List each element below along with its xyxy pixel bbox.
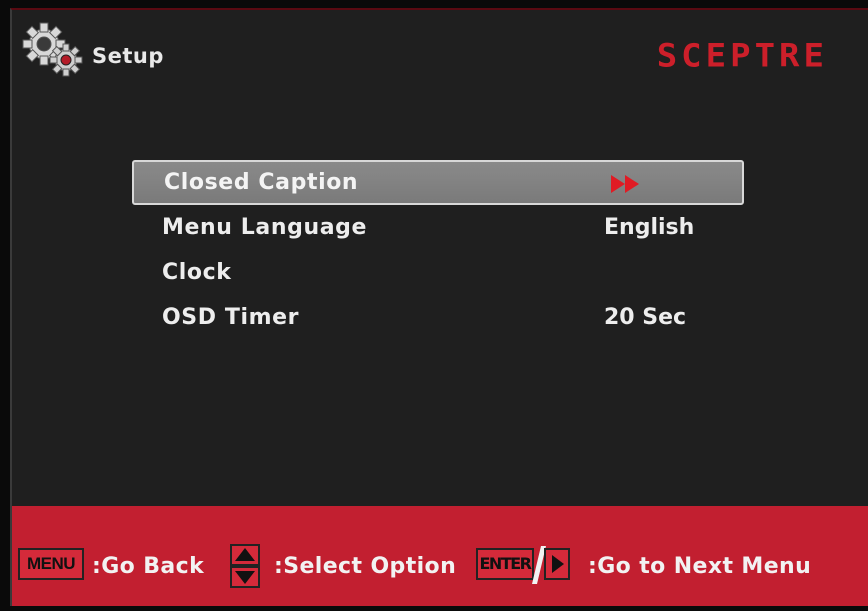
menu-item-osd-timer[interactable]: OSD Timer 20 Sec xyxy=(132,295,744,340)
menu-item-label: Closed Caption xyxy=(164,170,359,195)
header: Setup SCEPTRE xyxy=(12,10,868,120)
menu-item-closed-caption[interactable]: Closed Caption xyxy=(132,160,744,205)
menu-item-value: 20 Sec xyxy=(604,305,687,330)
submenu-arrow-icon xyxy=(611,175,639,193)
menu-item-label: Menu Language xyxy=(162,215,368,240)
up-down-key-icon xyxy=(230,544,260,588)
menu-item-label: OSD Timer xyxy=(162,305,300,330)
gear-icon xyxy=(22,22,83,77)
osd-window: Setup SCEPTRE Closed Caption Menu Langua… xyxy=(10,8,868,606)
page-title: Setup xyxy=(92,44,164,68)
enter-key-icon: ENTER xyxy=(476,548,534,580)
right-key-icon xyxy=(544,548,570,580)
menu-item-label: Clock xyxy=(162,260,232,285)
select-option-hint: :Select Option xyxy=(274,554,457,579)
menu-key-icon: MENU xyxy=(18,548,84,580)
brand-logo: SCEPTRE xyxy=(656,37,828,75)
menu-item-menu-language[interactable]: Menu Language English xyxy=(132,205,744,250)
menu-item-value: English xyxy=(604,215,695,240)
footer-help-bar: MENU :Go Back :Select Option ENTER :Go t… xyxy=(12,506,868,606)
go-back-hint: :Go Back xyxy=(92,554,205,579)
next-menu-hint: :Go to Next Menu xyxy=(588,554,812,579)
setup-menu: Closed Caption Menu Language English Clo… xyxy=(132,160,744,340)
menu-item-clock[interactable]: Clock xyxy=(132,250,744,295)
